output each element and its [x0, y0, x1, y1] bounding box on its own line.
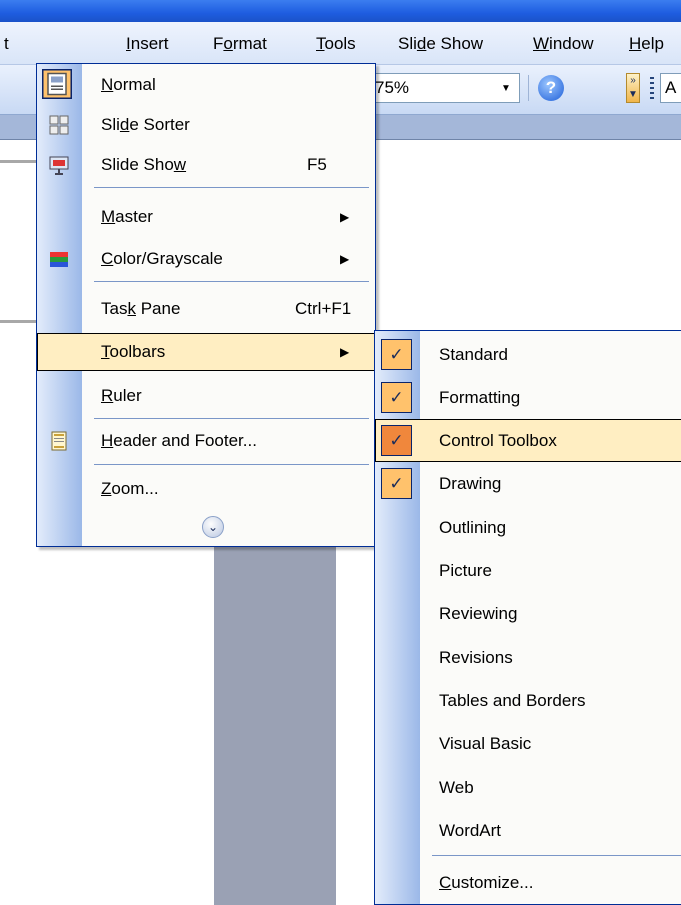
menu-item-label: Ruler [101, 386, 142, 405]
toolbar-item-wordart[interactable]: WordArt [375, 809, 681, 852]
font-select[interactable]: A [660, 73, 681, 103]
slide-sorter-icon [49, 115, 69, 135]
menu-separator [94, 281, 369, 282]
toolbar-item-label: WordArt [439, 821, 502, 840]
toolbar-item-label: Picture [439, 561, 492, 580]
menu-item-label: Slide Sorter [101, 115, 190, 134]
toolbar-item-web[interactable]: Web [375, 766, 681, 809]
menu-item-label: Task Pane [101, 299, 181, 318]
expand-menu-button[interactable]: ⌄ [202, 516, 224, 538]
toolbar-item-visual-basic[interactable]: Visual Basic [375, 722, 681, 765]
header-footer-icon [51, 431, 67, 451]
slide-show-icon [49, 156, 69, 175]
toolbar-item-revisions[interactable]: Revisions [375, 636, 681, 679]
menu-item-label: Zoom... [101, 479, 159, 498]
toolbar-item-picture[interactable]: Picture [375, 549, 681, 592]
menu-item-slide-show[interactable]: Slide Show F5 [37, 146, 375, 184]
double-chevron-down-icon: ⌄ [207, 520, 219, 534]
zoom-value: 75% [375, 78, 410, 97]
menu-file-partial[interactable]: t [4, 32, 9, 56]
menu-item-label: Normal [101, 75, 156, 94]
toolbar-item-outlining[interactable]: Outlining [375, 506, 681, 549]
slide-area [336, 545, 374, 905]
menu-separator [432, 855, 681, 856]
menu-item-label: Header and Footer... [101, 431, 257, 450]
zoom-select[interactable]: 75% ▼ [370, 73, 520, 103]
toolbar-item-label: Web [439, 778, 474, 797]
toolbar-item-label: Visual Basic [439, 734, 532, 753]
toolbar-item-standard[interactable]: ✓ Standard [375, 333, 681, 376]
color-grayscale-icon [50, 252, 68, 267]
toolbar-item-label: Formatting [439, 388, 521, 407]
toolbar-item-label: Reviewing [439, 604, 518, 623]
menu-item-ruler[interactable]: Ruler [37, 377, 375, 415]
menu-format[interactable]: Format [213, 32, 267, 56]
toolbar-item-customize[interactable]: Customize... [375, 861, 681, 904]
menu-item-header-footer[interactable]: Header and Footer... [37, 422, 375, 460]
menu-window[interactable]: Window [533, 32, 593, 56]
toolbar-item-label: Revisions [439, 648, 513, 667]
toolbar-item-control-toolbox[interactable]: ✓ Control Toolbox [375, 419, 681, 462]
menu-item-label: Slide Show [101, 155, 187, 174]
toolbar-item-label: Drawing [439, 474, 502, 493]
toolbar-item-label: Customize... [439, 873, 534, 892]
toolbar-item-formatting[interactable]: ✓ Formatting [375, 376, 681, 419]
toolbar-item-drawing[interactable]: ✓ Drawing [375, 462, 681, 505]
menu-separator [94, 464, 369, 465]
menu-bar: t Insert Format Tools Slide Show Window … [0, 22, 681, 65]
menu-item-label: Master [101, 207, 153, 226]
toolbar-grip-icon[interactable] [650, 77, 654, 99]
toolbars-submenu: ✓ Standard ✓ Formatting ✓ Control Toolbox ✓ Dra… [374, 330, 681, 905]
menu-item-normal[interactable]: Normal [37, 66, 375, 104]
menu-item-shortcut: Ctrl+F1 [295, 299, 352, 318]
menu-help[interactable]: Help [629, 32, 664, 56]
checkmark-icon: ✓ [381, 339, 412, 370]
window-title-bar [0, 0, 681, 22]
menu-item-toolbars[interactable]: Toolbars ▶ [37, 333, 375, 371]
toolbar-item-tables-and-borders[interactable]: Tables and Borders [375, 679, 681, 722]
menu-item-label: Color/Grayscale [101, 249, 223, 268]
menu-item-shortcut: F5 [307, 155, 327, 174]
checkmark-icon: ✓ [381, 425, 412, 456]
menu-item-task-pane[interactable]: Task Pane Ctrl+F1 [37, 290, 375, 328]
outline-ghost-line [0, 160, 36, 163]
toolbar-item-label: Tables and Borders [439, 691, 586, 710]
submenu-arrow-icon: ▶ [340, 210, 350, 224]
menu-item-slide-sorter[interactable]: Slide Sorter [37, 106, 375, 144]
dropdown-arrow-icon[interactable]: ▼ [495, 76, 517, 100]
menu-item-label: Toolbars [101, 342, 166, 361]
checkmark-icon: ✓ [381, 468, 412, 499]
toolbar-options-icon[interactable]: » ▼ [626, 73, 640, 103]
toolbar-item-label: Standard [439, 345, 508, 364]
submenu-arrow-icon: ▶ [340, 345, 350, 359]
menu-insert[interactable]: Insert [126, 32, 169, 56]
menu-item-master[interactable]: Master ▶ [37, 198, 375, 236]
toolbar-item-label: Outlining [439, 518, 507, 537]
menu-slide-show[interactable]: Slide Show [398, 32, 483, 56]
menu-separator [94, 187, 369, 188]
help-icon[interactable]: ? [538, 75, 564, 101]
menu-separator [94, 418, 369, 419]
menu-item-zoom[interactable]: Zoom... [37, 470, 375, 508]
normal-view-icon [42, 69, 72, 99]
submenu-arrow-icon: ▶ [340, 252, 350, 266]
view-menu-dropdown: Normal Slide Sorter Slide Show F5 Master… [36, 63, 376, 547]
outline-ghost-line [0, 320, 36, 323]
slide-pane-background [214, 545, 336, 905]
menu-tools[interactable]: Tools [316, 32, 356, 56]
toolbar-separator [528, 75, 529, 101]
toolbar-item-label: Control Toolbox [439, 431, 557, 450]
menu-item-color-grayscale[interactable]: Color/Grayscale ▶ [37, 240, 375, 278]
toolbar-item-reviewing[interactable]: Reviewing [375, 592, 681, 635]
checkmark-icon: ✓ [381, 382, 412, 413]
